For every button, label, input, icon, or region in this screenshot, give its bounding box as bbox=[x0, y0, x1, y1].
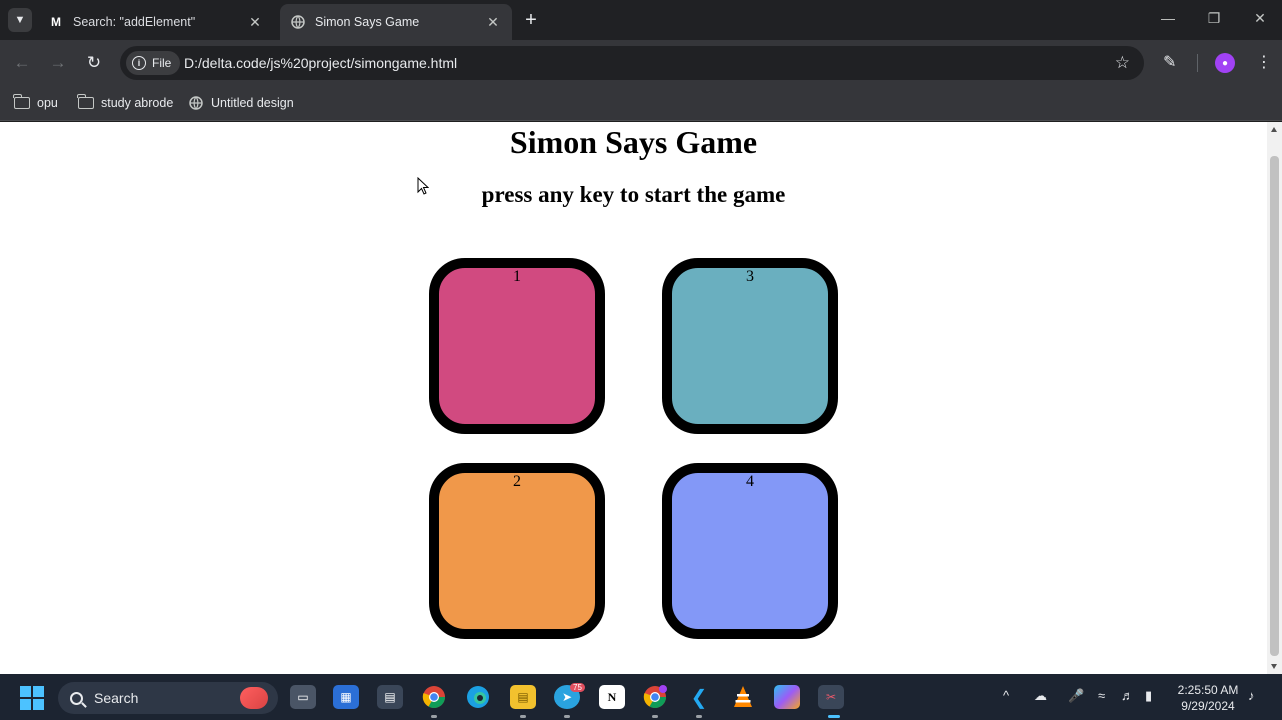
forward-button[interactable]: → bbox=[46, 51, 70, 75]
new-tab-button[interactable]: + bbox=[520, 9, 542, 31]
game-button-label: 3 bbox=[746, 268, 754, 285]
news-icon[interactable]: ▤ bbox=[377, 685, 403, 709]
url-text[interactable]: D:/delta.code/js%20project/simongame.htm… bbox=[184, 55, 457, 71]
close-tab-icon[interactable]: ✕ bbox=[484, 13, 502, 31]
site-info-chip[interactable]: i File bbox=[126, 51, 181, 75]
game-button-label: 4 bbox=[746, 473, 754, 490]
folder-icon bbox=[13, 94, 30, 110]
page-viewport: Simon Says Game press any key to start t… bbox=[0, 122, 1267, 674]
info-icon: i bbox=[132, 56, 146, 70]
snipping-tool-icon[interactable]: ✂ bbox=[818, 685, 844, 709]
tab-strip: ▼ M Search: "addElement" ✕ Simon Says Ga… bbox=[0, 0, 1282, 40]
notification-bell-icon[interactable]: ♪ bbox=[1248, 688, 1255, 703]
windows-taskbar: Search ▭ ▦ ▤ ▤ ➤ 75 N ❮ ✂ ^ ☁ 🎤 ≈ ♬ ▮ 2:… bbox=[0, 674, 1282, 720]
mouse-cursor-icon bbox=[417, 177, 429, 195]
chrome-icon[interactable] bbox=[421, 685, 447, 709]
arrow-right-icon: → bbox=[49, 53, 67, 72]
bookmarks-bar: opu study abrode Untitled design bbox=[0, 86, 1282, 121]
search-highlight-icon bbox=[240, 687, 268, 709]
telegram-badge: 75 bbox=[570, 683, 585, 692]
bookmark-untitled-design[interactable]: Untitled design bbox=[188, 92, 294, 114]
bookmark-study-abrode[interactable]: study abrode bbox=[77, 92, 174, 114]
bookmark-label: opu bbox=[37, 96, 58, 110]
tab-title: Simon Says Game bbox=[315, 15, 420, 29]
running-indicator bbox=[652, 715, 658, 718]
search-icon bbox=[70, 691, 83, 705]
folder-icon bbox=[77, 94, 94, 110]
active-indicator bbox=[828, 715, 840, 718]
volume-icon[interactable]: ♬ bbox=[1121, 688, 1134, 703]
url-scheme-label: File bbox=[152, 56, 172, 70]
game-button-1[interactable]: 1 bbox=[429, 258, 605, 434]
task-view-icon[interactable]: ▭ bbox=[290, 685, 316, 709]
file-explorer-icon[interactable]: ▤ bbox=[510, 685, 536, 709]
page-subtitle: press any key to start the game bbox=[481, 182, 786, 207]
m-logo-icon: M bbox=[51, 15, 61, 29]
running-indicator bbox=[431, 715, 437, 718]
clock-time: 2:25:50 AM bbox=[1177, 683, 1239, 697]
scroll-up-icon[interactable] bbox=[1271, 127, 1277, 132]
edge-icon[interactable] bbox=[465, 685, 491, 709]
game-button-2[interactable]: 2 bbox=[429, 463, 605, 639]
back-button[interactable]: ← bbox=[10, 51, 34, 75]
tab-simon-says-game[interactable]: Simon Says Game ✕ bbox=[280, 4, 512, 40]
show-hidden-icons-chevron[interactable]: ^ bbox=[1003, 688, 1009, 703]
address-bar[interactable]: i File D:/delta.code/js%20project/simong… bbox=[120, 46, 1144, 80]
chrome-profile-icon[interactable] bbox=[642, 685, 668, 709]
close-icon: ✕ bbox=[1254, 10, 1266, 26]
taskbar-search-box[interactable]: Search bbox=[58, 682, 278, 714]
windows-start-button[interactable] bbox=[20, 686, 44, 710]
vscode-icon[interactable]: ❮ bbox=[686, 685, 712, 709]
reload-button[interactable]: ↻ bbox=[82, 51, 106, 75]
bookmark-opu[interactable]: opu bbox=[13, 92, 58, 114]
onedrive-cloud-icon[interactable]: ☁ bbox=[1034, 688, 1047, 704]
page-title: Simon Says Game bbox=[509, 124, 758, 160]
arrow-left-icon: ← bbox=[13, 53, 31, 72]
toolbar-separator bbox=[1197, 54, 1198, 72]
microphone-icon[interactable]: 🎤 bbox=[1068, 688, 1084, 704]
tab-search-addelement[interactable]: M Search: "addElement" ✕ bbox=[38, 4, 274, 40]
plus-icon: + bbox=[525, 8, 537, 31]
extensions-icon[interactable]: ✎ bbox=[1163, 52, 1176, 72]
vertical-scrollbar[interactable] bbox=[1267, 122, 1282, 674]
running-indicator bbox=[520, 715, 526, 718]
game-button-4[interactable]: 4 bbox=[662, 463, 838, 639]
globe-icon bbox=[188, 96, 204, 110]
minimize-icon: — bbox=[1161, 10, 1175, 26]
restore-button[interactable]: ❐ bbox=[1204, 10, 1224, 27]
scroll-down-icon[interactable] bbox=[1271, 664, 1277, 669]
close-tab-icon[interactable]: ✕ bbox=[246, 13, 264, 31]
clock-date: 9/29/2024 bbox=[1181, 699, 1235, 713]
scrollbar-thumb[interactable] bbox=[1270, 156, 1279, 656]
running-indicator bbox=[696, 715, 702, 718]
chevron-down-icon: ▼ bbox=[14, 14, 26, 26]
bookmark-star-icon[interactable]: ☆ bbox=[1115, 53, 1130, 73]
game-button-label: 1 bbox=[513, 268, 521, 285]
globe-icon bbox=[290, 14, 306, 30]
game-button-3[interactable]: 3 bbox=[662, 258, 838, 434]
tab-search-button[interactable]: ▼ bbox=[8, 8, 32, 32]
vlc-icon[interactable] bbox=[730, 685, 756, 709]
tab-title: Search: "addElement" bbox=[73, 15, 196, 29]
close-window-button[interactable]: ✕ bbox=[1250, 10, 1270, 27]
running-indicator bbox=[564, 715, 570, 718]
system-clock[interactable]: 2:25:50 AM 9/29/2024 bbox=[1168, 682, 1248, 714]
notion-icon[interactable]: N bbox=[599, 685, 625, 709]
wifi-icon[interactable]: ≈ bbox=[1098, 688, 1105, 703]
restore-icon: ❐ bbox=[1207, 10, 1221, 26]
menu-kebab-icon[interactable]: ⋮ bbox=[1256, 52, 1272, 72]
battery-icon[interactable]: ▮ bbox=[1145, 688, 1152, 704]
taskbar-search-label: Search bbox=[94, 690, 139, 706]
profile-avatar[interactable]: ● bbox=[1215, 53, 1235, 73]
game-button-label: 2 bbox=[513, 473, 521, 490]
bookmark-label: Untitled design bbox=[211, 96, 294, 110]
copilot-icon[interactable] bbox=[774, 685, 800, 709]
microsoft-store-icon[interactable]: ▦ bbox=[333, 685, 359, 709]
reload-icon: ↻ bbox=[86, 53, 102, 72]
browser-toolbar: ← → ↻ i File D:/delta.code/js%20project/… bbox=[0, 40, 1282, 86]
bookmark-label: study abrode bbox=[101, 96, 174, 110]
minimize-button[interactable]: — bbox=[1158, 10, 1178, 26]
